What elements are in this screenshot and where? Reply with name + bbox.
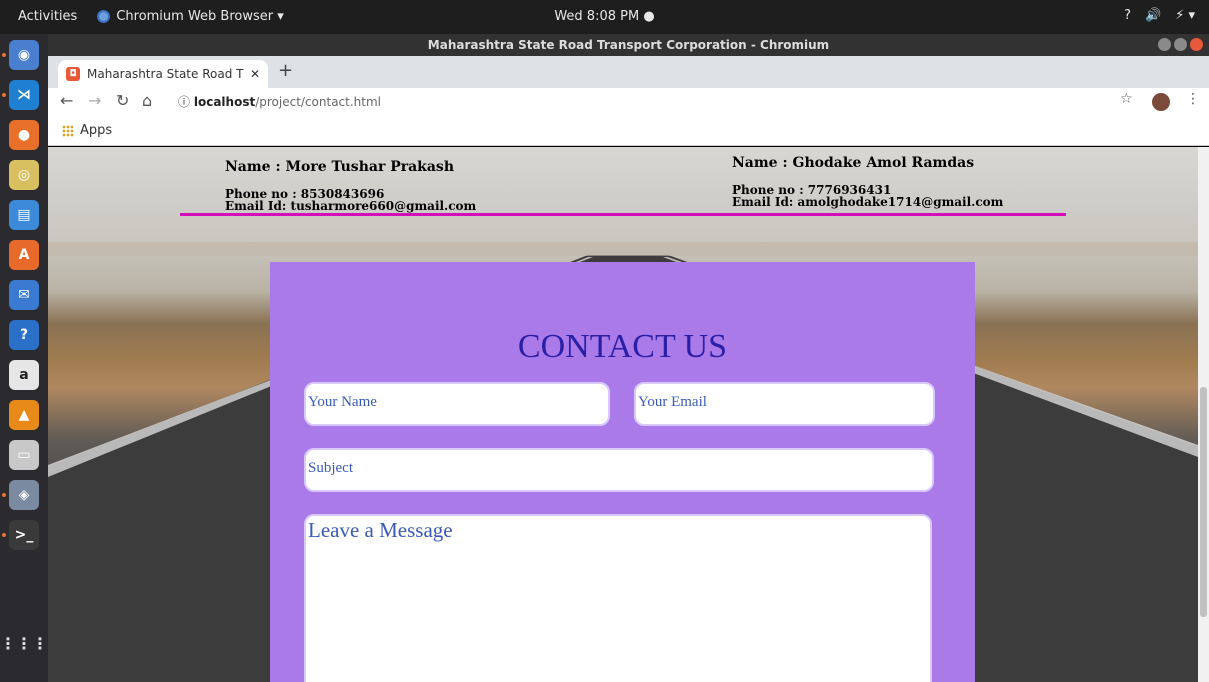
contact-email: Email Id: tusharmore660@gmail.com xyxy=(225,199,477,213)
running-indicator xyxy=(2,533,6,537)
rhythmbox-icon[interactable]: ◎ xyxy=(9,160,39,190)
close-tab-icon[interactable]: ✕ xyxy=(250,67,260,81)
window-title: Maharashtra State Road Transport Corpora… xyxy=(427,38,830,52)
amazon-icon[interactable]: a xyxy=(9,360,39,390)
address-bar[interactable]: ⓘ localhost/project/contact.html xyxy=(172,90,1132,114)
clock[interactable]: Wed 8:08 PM ● xyxy=(0,9,1209,24)
page-viewport: Name : More Tushar Prakash Phone no : 85… xyxy=(48,147,1198,682)
close-window-icon[interactable] xyxy=(1190,38,1203,51)
files-icon[interactable]: ▭ xyxy=(9,440,39,470)
system-top-bar: Activities Chromium Web Browser ▾ Wed 8:… xyxy=(0,0,1209,34)
bookmark-star-icon[interactable]: ☆ xyxy=(1120,91,1133,107)
running-indicator xyxy=(2,493,6,497)
subject-input[interactable]: Subject xyxy=(304,448,934,492)
contact-divider xyxy=(180,213,1066,216)
software-center-icon[interactable]: A xyxy=(9,240,39,270)
apps-label: Apps xyxy=(80,123,113,138)
running-indicator xyxy=(2,53,6,57)
contact-name: Name : More Tushar Prakash xyxy=(225,159,454,175)
power-icon[interactable]: ⚡ ▾ xyxy=(1175,8,1195,23)
forward-arrow-icon[interactable]: → xyxy=(88,91,101,110)
url-host: localhost xyxy=(193,95,256,109)
document-icon[interactable]: ▤ xyxy=(9,200,39,230)
url-path: /project/contact.html xyxy=(255,95,381,109)
reload-icon[interactable]: ↻ xyxy=(116,91,129,110)
scrollbar-thumb[interactable] xyxy=(1200,387,1207,617)
new-tab-button[interactable]: + xyxy=(278,60,293,81)
vscode-icon[interactable]: ⋊ xyxy=(9,80,39,110)
apps-shortcut[interactable]: Apps xyxy=(62,123,112,138)
browser-toolbar: ← → ↻ ⌂ ⓘ localhost/project/contact.html… xyxy=(48,88,1209,116)
volume-icon[interactable]: 🔊 xyxy=(1145,8,1161,23)
apps-grid-icon xyxy=(62,124,74,137)
browser-tab[interactable]: ◘ Maharashtra State Road T ✕ xyxy=(58,60,268,88)
bookmarks-bar: Apps xyxy=(48,116,1209,146)
terminal-icon[interactable]: >_ xyxy=(9,520,39,550)
image-viewer-icon[interactable]: ◈ xyxy=(9,480,39,510)
back-arrow-icon[interactable]: ← xyxy=(60,91,73,110)
tab-strip: ◘ Maharashtra State Road T ✕ + xyxy=(48,56,1209,88)
launcher-dock: ◉ ⋊ ● ◎ ▤ A ✉? a ▲ ▭ ◈ >_ ⋮⋮⋮ xyxy=(0,34,48,682)
email-input[interactable]: Your Email xyxy=(634,382,935,426)
thunderbird-icon[interactable]: ✉ xyxy=(9,280,39,310)
contact-email: Email Id: amolghodake1714@gmail.com xyxy=(732,195,1004,209)
help-icon[interactable]: ? xyxy=(9,320,39,350)
tab-title: Maharashtra State Road T xyxy=(87,67,244,81)
window-title-bar: Maharashtra State Road Transport Corpora… xyxy=(48,34,1209,56)
message-textarea[interactable]: Leave a Message xyxy=(304,514,932,682)
minimize-icon[interactable] xyxy=(1158,38,1171,51)
vlc-icon[interactable]: ▲ xyxy=(9,400,39,430)
firefox-icon[interactable]: ● xyxy=(9,120,39,150)
contact-form: CONTACT US Your Name Your Email Subject … xyxy=(270,262,975,682)
system-tray[interactable]: ? 🔊 ⚡ ▾ xyxy=(1124,8,1195,23)
maximize-icon[interactable] xyxy=(1174,38,1187,51)
form-title: CONTACT US xyxy=(517,328,728,365)
help-tray-icon[interactable]: ? xyxy=(1124,8,1131,23)
menu-kebab-icon[interactable]: ⋮ xyxy=(1186,91,1200,107)
name-input[interactable]: Your Name xyxy=(304,382,610,426)
page-scrollbar[interactable] xyxy=(1198,147,1209,682)
home-icon[interactable]: ⌂ xyxy=(142,91,152,110)
favicon-icon: ◘ xyxy=(66,67,80,81)
chromium-icon[interactable]: ◉ xyxy=(9,40,39,70)
contact-card-amol: Name : Ghodake Amol Ramdas Phone no : 77… xyxy=(732,155,1003,208)
contact-card-tushar: Name : More Tushar Prakash Phone no : 85… xyxy=(225,159,476,212)
contact-name: Name : Ghodake Amol Ramdas xyxy=(732,155,975,171)
info-icon[interactable]: ⓘ xyxy=(178,95,190,109)
running-indicator xyxy=(2,93,6,97)
profile-avatar[interactable] xyxy=(1152,93,1170,111)
show-apps-icon[interactable]: ⋮⋮⋮ xyxy=(0,628,48,658)
